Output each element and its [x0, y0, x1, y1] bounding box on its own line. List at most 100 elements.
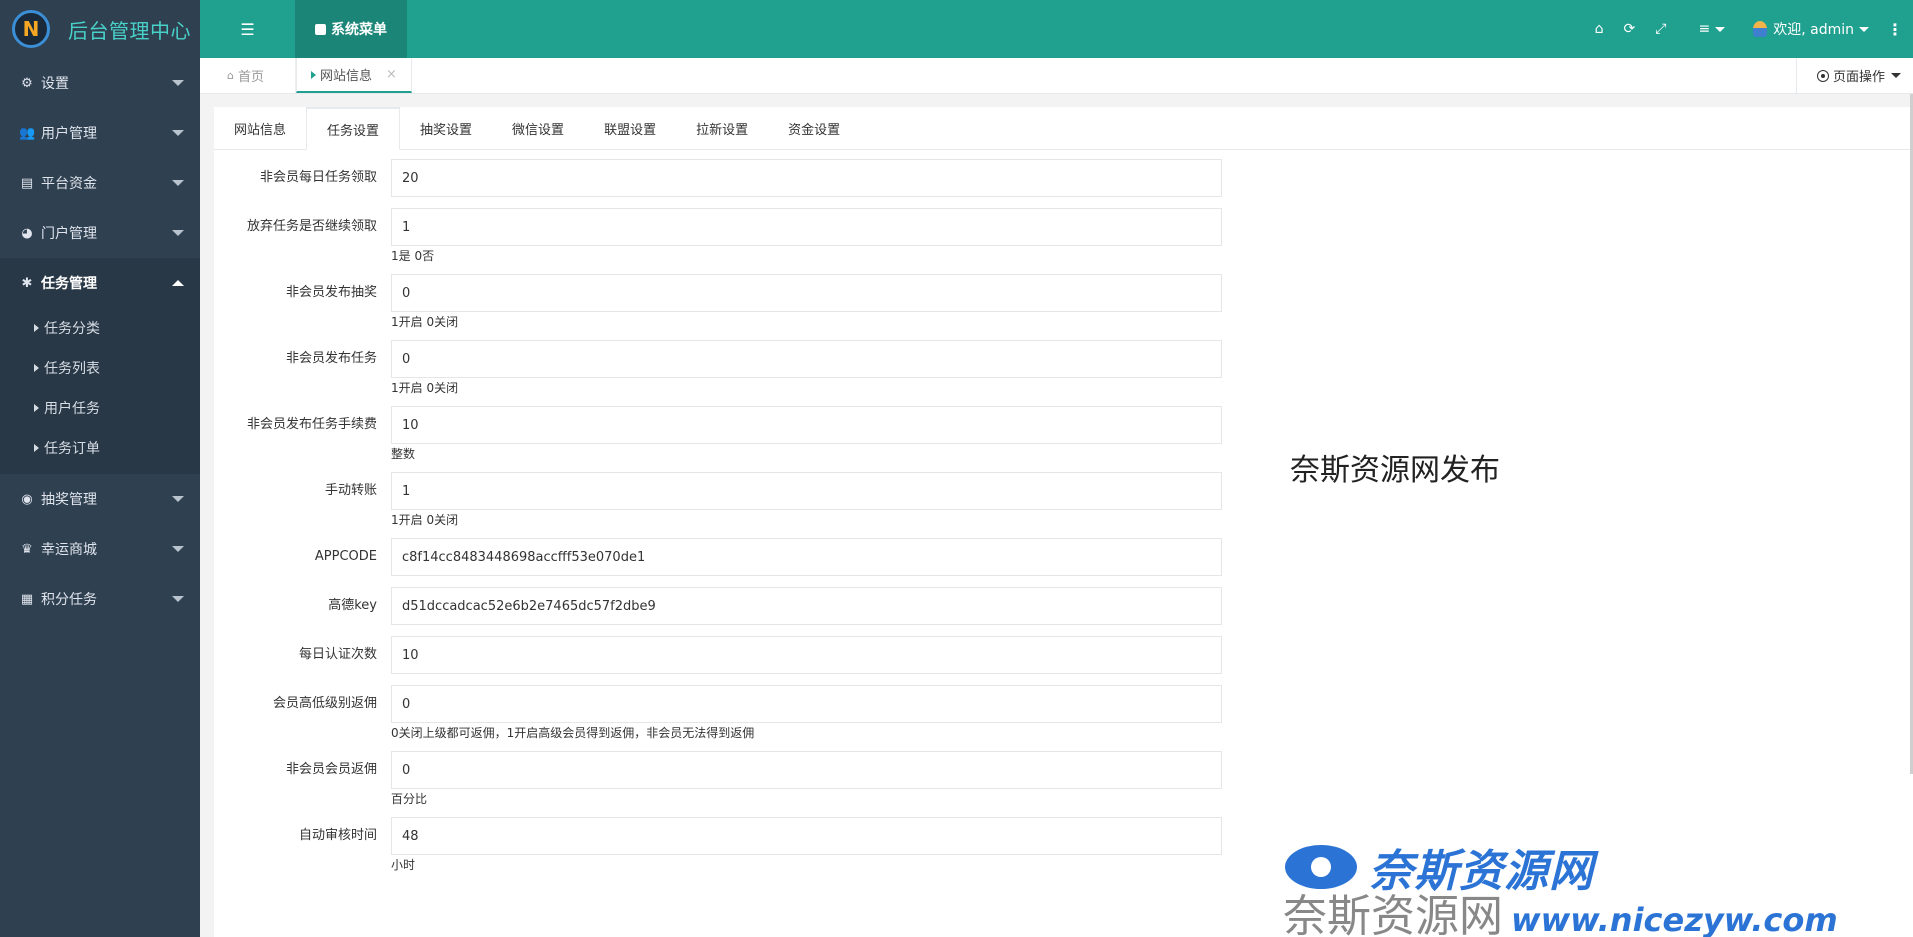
avatar — [1753, 21, 1768, 37]
tab-wechat-settings[interactable]: 微信设置 — [492, 107, 584, 149]
sidebar-item-label: 门户管理 — [41, 226, 97, 242]
compass-icon: ◉ — [21, 491, 33, 507]
member-level-commission-input[interactable] — [391, 685, 1222, 723]
refresh-icon[interactable]: ⟳ — [1624, 21, 1636, 37]
sidebar-item-label: 积分任务 — [41, 592, 97, 608]
sidebar-item-users[interactable]: 👥 用户管理 — [0, 108, 200, 158]
sidebar-item-settings[interactable]: ⚙ 设置 — [0, 58, 200, 108]
nonmember-commission-input[interactable] — [391, 751, 1222, 789]
sidebar-item-lucky-mall[interactable]: ♛ 幸运商城 — [0, 524, 200, 574]
user-square-icon — [315, 23, 326, 35]
chevron-down-icon — [1859, 26, 1869, 32]
field-help: 整数 — [391, 447, 416, 461]
page-operations-dropdown[interactable]: 页面操作 — [1795, 58, 1913, 93]
brand[interactable]: N 后台管理中心 — [0, 0, 200, 58]
brand-logo: N — [12, 10, 50, 48]
page-tabstrip: ⌂ 首页 网站信息 × 页面操作 — [200, 58, 1913, 94]
chevron-down-icon — [172, 496, 184, 502]
sidebar-menu: ⚙ 设置 👥 用户管理 ▤ 平台资金 ◕ 门户管理 ✱ 任务管理 任务分类 任务… — [0, 58, 200, 624]
trophy-icon: ♛ — [21, 541, 33, 557]
tab-task-settings[interactable]: 任务设置 — [306, 107, 401, 150]
page-operations-label: 页面操作 — [1832, 70, 1885, 85]
home-icon[interactable]: ⌂ — [1595, 21, 1604, 37]
sidebar-subitem-task-list[interactable]: 任务列表 — [0, 348, 200, 388]
form-row: 非会员每日任务领取 — [214, 159, 1913, 197]
sidebar: N 后台管理中心 ⚙ 设置 👥 用户管理 ▤ 平台资金 ◕ 门户管理 ✱ 任务管… — [0, 0, 200, 937]
field-label: 非会员发布任务 — [285, 351, 377, 366]
sidebar-toggle-button[interactable]: ☰ — [200, 0, 295, 58]
appcode-input[interactable] — [391, 538, 1222, 576]
sidebar-item-label: 幸运商城 — [41, 542, 97, 558]
field-help: 1开启 0关闭 — [391, 381, 459, 395]
caret-right-icon — [34, 444, 39, 452]
sidebar-item-points-tasks[interactable]: ▦ 积分任务 — [0, 574, 200, 624]
sidebar-item-tasks[interactable]: ✱ 任务管理 — [0, 258, 200, 308]
daily-verification-count-input[interactable] — [391, 636, 1222, 674]
tab-website-info[interactable]: 网站信息 — [214, 107, 306, 149]
tab-alliance-settings[interactable]: 联盟设置 — [584, 107, 676, 149]
sidebar-subitem-user-tasks[interactable]: 用户任务 — [0, 388, 200, 428]
tab-home[interactable]: ⌂ 首页 — [200, 58, 296, 93]
field-help: 1开启 0关闭 — [391, 315, 459, 329]
nonmember-task-fee-input[interactable] — [391, 406, 1222, 444]
form-row: APPCODE — [214, 538, 1913, 576]
manual-transfer-input[interactable] — [391, 472, 1222, 510]
close-icon[interactable]: × — [386, 67, 397, 82]
field-label: 高德key — [328, 598, 377, 613]
sidebar-subitem-label: 任务列表 — [44, 361, 100, 377]
grid-icon: ▦ — [20, 591, 34, 607]
amap-key-input[interactable] — [391, 587, 1222, 625]
field-help: 1开启 0关闭 — [391, 513, 459, 527]
tab-site-info[interactable]: 网站信息 × — [296, 58, 412, 93]
chevron-down-icon — [172, 230, 184, 236]
fullscreen-icon[interactable]: ⤢ — [1655, 21, 1666, 37]
sidebar-item-lottery[interactable]: ◉ 抽奖管理 — [0, 474, 200, 524]
caret-right-icon — [34, 324, 39, 332]
sidebar-subitem-task-category[interactable]: 任务分类 — [0, 308, 200, 348]
sidebar-subitem-label: 任务分类 — [44, 321, 100, 337]
field-label: 非会员每日任务领取 — [259, 170, 377, 185]
field-label: 非会员发布任务手续费 — [246, 417, 377, 432]
task-settings-form: 非会员每日任务领取 放弃任务是否继续领取 1是 0否 非会员发布抽奖 1开启 0… — [214, 150, 1913, 872]
auto-review-time-input[interactable] — [391, 817, 1222, 855]
watermark-url-cn: 奈斯资源网 — [1283, 891, 1503, 937]
field-help: 百分比 — [391, 792, 428, 806]
form-row: 非会员发布任务手续费 整数 — [214, 406, 1913, 461]
chevron-down-icon — [172, 546, 184, 552]
settings-tabs: 网站信息 任务设置 抽奖设置 微信设置 联盟设置 拉新设置 资金设置 — [214, 107, 1913, 150]
field-label: APPCODE — [314, 549, 377, 564]
nonmember-daily-task-limit-input[interactable] — [391, 159, 1222, 197]
caret-right-icon — [34, 364, 39, 372]
sidebar-item-portal[interactable]: ◕ 门户管理 — [0, 208, 200, 258]
chevron-down-icon — [172, 80, 184, 86]
abandon-task-continue-input[interactable] — [391, 208, 1222, 246]
form-row: 手动转账 1开启 0关闭 — [214, 472, 1913, 527]
topbar: ☰ 系统菜单 ⌂ ⟳ ⤢ ≡ 欢迎, admin ⋮ — [200, 0, 1913, 58]
tab-lottery-settings[interactable]: 抽奖设置 — [400, 107, 492, 149]
sidebar-item-label: 抽奖管理 — [41, 492, 97, 508]
bank-icon: ▤ — [20, 175, 34, 191]
chevron-up-icon — [172, 280, 184, 286]
form-row: 高德key — [214, 587, 1913, 625]
list-menu-icon[interactable]: ≡ — [1698, 21, 1726, 37]
system-menu-button[interactable]: 系统菜单 — [295, 0, 407, 58]
nonmember-publish-lottery-input[interactable] — [391, 274, 1222, 312]
caret-right-icon — [311, 70, 316, 79]
cogs-icon: ⚙ — [21, 75, 33, 91]
field-label: 自动审核时间 — [298, 828, 377, 843]
user-dropdown[interactable]: 欢迎, admin — [1753, 19, 1869, 39]
tab-home-label: 首页 — [237, 70, 264, 85]
topbar-right: ⌂ ⟳ ⤢ ≡ 欢迎, admin ⋮ — [1585, 0, 1913, 58]
field-label: 会员高低级别返佣 — [272, 696, 377, 711]
sidebar-subitem-task-orders[interactable]: 任务订单 — [0, 428, 200, 468]
sidebar-item-funds[interactable]: ▤ 平台资金 — [0, 158, 200, 208]
more-vertical-icon[interactable]: ⋮ — [1887, 20, 1903, 39]
nonmember-publish-task-input[interactable] — [391, 340, 1222, 378]
field-label: 手动转账 — [324, 483, 377, 498]
bug-icon: ✱ — [21, 275, 33, 291]
tab-funds-settings[interactable]: 资金设置 — [768, 107, 860, 149]
field-label: 放弃任务是否继续领取 — [246, 219, 377, 234]
form-row: 自动审核时间 小时 — [214, 817, 1913, 872]
field-help: 小时 — [391, 858, 416, 872]
tab-referral-settings[interactable]: 拉新设置 — [676, 107, 768, 149]
